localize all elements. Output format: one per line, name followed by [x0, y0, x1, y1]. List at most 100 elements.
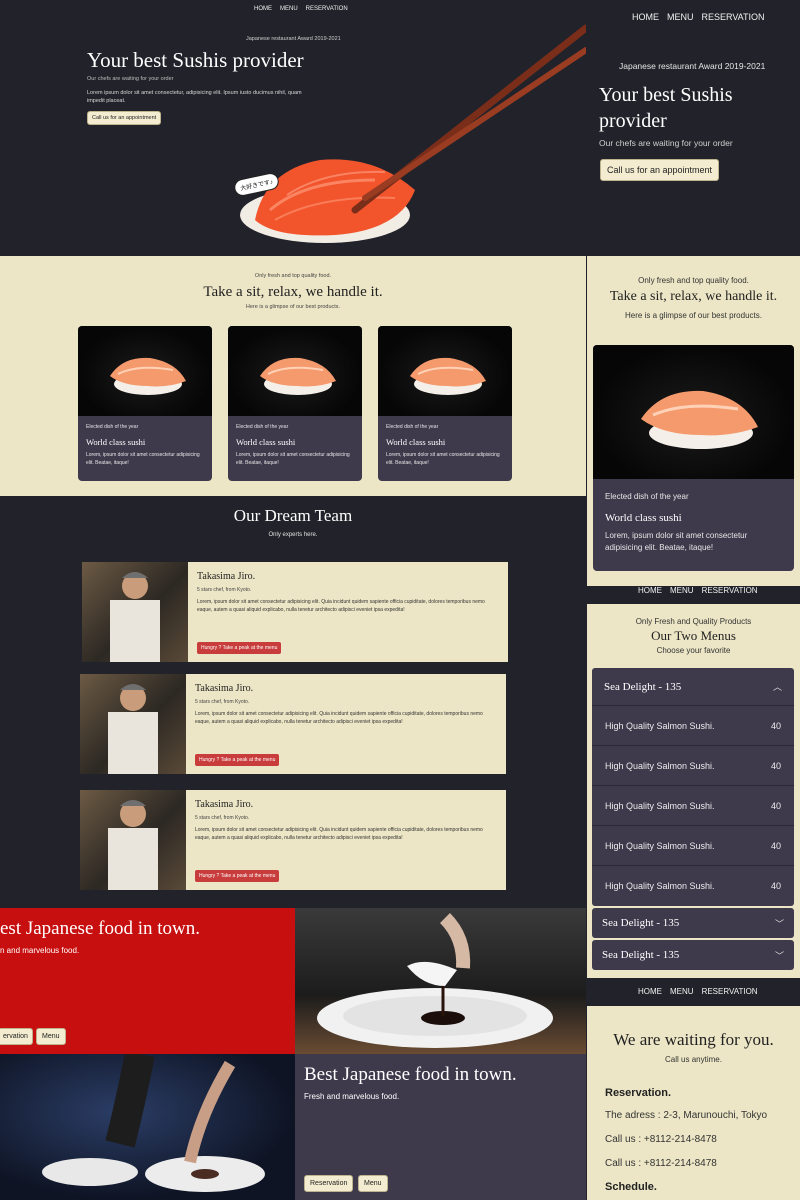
menu-item-price: 40: [770, 800, 781, 811]
team-menu-button[interactable]: Hungry ? Take a peak at the menu: [197, 642, 282, 654]
mobile-contact-section: HOME MENU RESERVATION We are waiting for…: [587, 978, 800, 1200]
nigiri-icon: [641, 390, 758, 449]
accordion-title: Sea Delight - 135: [602, 949, 680, 961]
team-member-meta: 5 stars chef, from Kyoto.: [195, 815, 250, 821]
promo-red-title: est Japanese food in town.: [0, 918, 200, 939]
team-member-bio: Lorem, ipsum dolor sit amet consectetur …: [195, 827, 483, 841]
mobile-hero-title: Your best Sushis provider: [599, 84, 733, 132]
menu-item-price: 40: [770, 760, 781, 771]
menu-item-name: High Quality Salmon Sushi.: [605, 881, 715, 891]
menu-item-name: High Quality Salmon Sushi.: [605, 800, 715, 811]
promo-section: est Japanese food in town. n and marvelo…: [0, 908, 586, 1200]
product-card-image: [78, 326, 212, 416]
menu-item-row: High Quality Salmon Sushi. 40: [592, 786, 794, 826]
product-card-image: [228, 326, 362, 416]
menu-item-row: High Quality Salmon Sushi. 40: [592, 706, 794, 746]
mobile-nav-menu[interactable]: MENU: [667, 12, 694, 22]
mobile-hero-subtitle: Our chefs are waiting for your order: [599, 138, 733, 148]
products-subtitle: Here is a glimpse of our best products.: [245, 304, 341, 310]
mobile-product-card[interactable]: Elected dish of the year World class sus…: [593, 345, 794, 571]
mobile-product-card-text: Lorem, ipsum dolor sit amet consectetur …: [605, 531, 748, 552]
product-card-name: World class sushi: [386, 437, 446, 447]
team-member-name: Takasima Jiro.: [195, 683, 254, 694]
menu-accordion-open: Sea Delight - 135 ︿ High Quality Salmon …: [592, 668, 794, 906]
promo-red-menu-button[interactable]: Menu: [36, 1028, 66, 1045]
team-menu-button[interactable]: Hungry ? Take a peak at the menu: [195, 870, 280, 882]
mobile-menus-nav-bar: HOME MENU RESERVATION: [587, 586, 800, 604]
product-card-image: [378, 326, 512, 416]
promo-reservation-button[interactable]: Reservation: [304, 1175, 354, 1192]
team-title: Our Dream Team: [233, 506, 353, 525]
mobile-menus-nav-home[interactable]: HOME: [638, 586, 662, 595]
nav-home[interactable]: HOME: [254, 6, 272, 12]
team-member-bio: Lorem, ipsum dolor sit amet consectetur …: [197, 599, 485, 613]
chef-plating-photo: [0, 1054, 295, 1200]
contact-phone[interactable]: Call us : +8112-214-8478: [605, 1158, 717, 1169]
mobile-hero-cta-button[interactable]: Call us for an appointment: [600, 159, 720, 181]
top-nav: HOME MENU RESERVATION: [254, 6, 348, 12]
contact-phone[interactable]: Call us : +8112-214-8478: [605, 1134, 717, 1145]
product-card-name: World class sushi: [86, 437, 146, 447]
chevron-down-icon: ﹀: [774, 950, 784, 961]
mobile-contact-nav-bar: HOME MENU RESERVATION: [587, 978, 800, 1006]
mobile-contact-nav-home[interactable]: HOME: [638, 987, 662, 996]
menu-accordion-closed[interactable]: Sea Delight - 135 ﹀: [592, 940, 794, 970]
mobile-menus-nav-reservation[interactable]: RESERVATION: [702, 586, 758, 595]
team-card: Takasima Jiro. 5 stars chef, from Kyoto.…: [82, 562, 508, 662]
menu-item-price: 40: [770, 881, 781, 891]
nav-menu[interactable]: MENU: [280, 6, 298, 12]
mobile-product-card-tag: Elected dish of the year: [605, 492, 689, 501]
promo-menu-button[interactable]: Menu: [358, 1175, 388, 1192]
team-member-meta: 5 stars chef, from Kyoto.: [197, 587, 252, 593]
chevron-down-icon: ﹀: [774, 918, 784, 929]
team-member-bio: Lorem, ipsum dolor sit amet consectetur …: [195, 711, 483, 725]
promo-red-subtitle: n and marvelous food.: [0, 946, 80, 955]
sauce-plate-image: [317, 913, 553, 1048]
products-title: Take a sit, relax, we handle it.: [203, 284, 383, 300]
product-card-tag: Elected dish of the year: [386, 424, 439, 430]
promo-red-reservation-button[interactable]: ervation: [0, 1028, 33, 1045]
menus-subtitle: Choose your favorite: [656, 646, 731, 655]
menu-item-row: High Quality Salmon Sushi. 40: [592, 746, 794, 786]
mobile-menus-section: HOME MENU RESERVATION Only Fresh and Qua…: [587, 586, 800, 978]
schedule-heading: Schedule.: [605, 1181, 657, 1193]
product-card-text: Lorem, ipsum dolor sit amet consectetur …: [236, 452, 350, 466]
product-card[interactable]: Elected dish of the year World class sus…: [78, 326, 212, 481]
mobile-contact-nav-reservation[interactable]: RESERVATION: [702, 987, 758, 996]
mobile-contact-nav-menu[interactable]: MENU: [670, 987, 694, 996]
mobile-nav-reservation[interactable]: RESERVATION: [702, 12, 765, 22]
chef-photo: [80, 674, 186, 774]
team-member-meta: 5 stars chef, from Kyoto.: [195, 699, 250, 705]
chef-photo: [82, 562, 188, 662]
nav-reservation[interactable]: RESERVATION: [306, 6, 348, 12]
hero-subtitle: Our chefs are waiting for your order: [87, 76, 174, 82]
promo-title: Best Japanese food in town.: [304, 1064, 517, 1085]
hero-cta-button[interactable]: Call us for an appointment: [87, 111, 162, 125]
team-section: Our Dream Team Only experts here. Takasi…: [0, 496, 586, 908]
menu-accordion-closed[interactable]: Sea Delight - 135 ﹀: [592, 908, 794, 938]
mobile-hero-award: Japanese restaurant Award 2019-2021: [619, 61, 766, 71]
mobile-products-title: Take a sit, relax, we handle it.: [609, 289, 778, 304]
product-card[interactable]: Elected dish of the year World class sus…: [378, 326, 512, 481]
product-card-tag: Elected dish of the year: [86, 424, 139, 430]
accordion-header[interactable]: Sea Delight - 135 ︿: [592, 668, 794, 706]
menu-item-row: High Quality Salmon Sushi. 40: [592, 826, 794, 866]
team-menu-button[interactable]: Hungry ? Take a peak at the menu: [195, 754, 280, 766]
menu-item-price: 40: [770, 720, 781, 731]
product-card[interactable]: Elected dish of the year World class sus…: [228, 326, 362, 481]
chef-figure: [110, 572, 160, 662]
nigiri-icon: [110, 357, 186, 395]
mobile-menus-nav-menu[interactable]: MENU: [670, 586, 694, 595]
salmon-sushi-image: [240, 24, 586, 243]
accordion-title: Sea Delight - 135: [602, 917, 680, 929]
mobile-product-card-name: World class sushi: [605, 512, 682, 524]
promo-red-panel: est Japanese food in town. n and marvelo…: [0, 908, 295, 1054]
products-kicker: Only fresh and top quality food.: [254, 273, 332, 279]
product-card-name: World class sushi: [236, 437, 296, 447]
chef-photo: [80, 790, 186, 890]
promo-dark-panel: Best Japanese food in town. Fresh and ma…: [295, 1054, 586, 1200]
mobile-nav-home[interactable]: HOME: [632, 12, 659, 22]
contact-title: We are waiting for you.: [613, 1030, 774, 1049]
menu-item-name: High Quality Salmon Sushi.: [605, 760, 715, 771]
menus-kicker: Only Fresh and Quality Products: [635, 617, 752, 626]
